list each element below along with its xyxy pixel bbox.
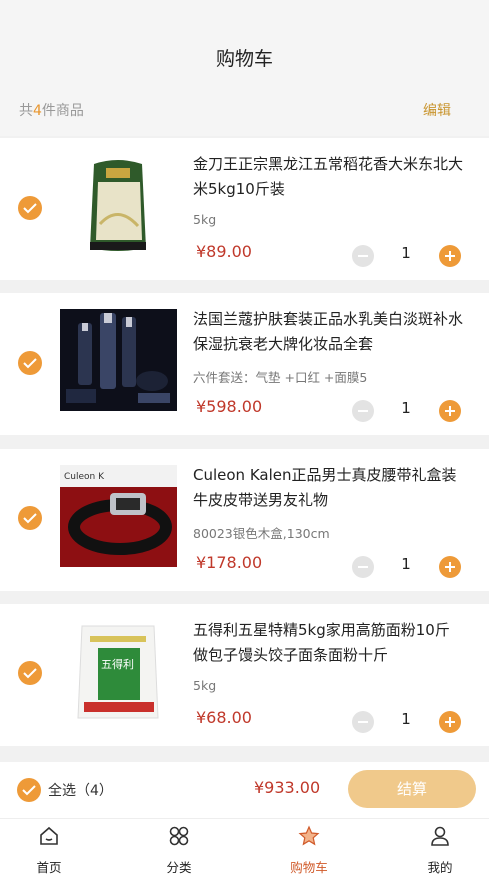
cart-star-icon <box>298 825 320 846</box>
decrease-qty-button[interactable] <box>352 556 374 578</box>
category-icon <box>169 826 189 846</box>
decrease-qty-button[interactable] <box>352 711 374 733</box>
item-check-icon[interactable] <box>18 351 42 375</box>
product-price: ¥68.00 <box>196 708 252 727</box>
increase-qty-button[interactable] <box>439 400 461 422</box>
product-spec: 5kg <box>193 678 217 693</box>
home-icon <box>40 826 58 845</box>
product-price: ¥89.00 <box>196 242 252 261</box>
quantity-value: 1 <box>401 244 411 262</box>
cart-item[interactable]: 法国兰蔻护肤套装正品水乳美白淡斑补水保湿抗衰老大牌化妆品全套 六件套送：气垫 +… <box>0 293 489 435</box>
item-check-icon[interactable] <box>18 506 42 530</box>
settle-button[interactable]: 结算 <box>348 770 476 808</box>
product-name[interactable]: 金刀王正宗黑龙江五常稻花香大米东北大米5kg10斤装 <box>193 152 463 202</box>
tab-label: 我的 <box>427 860 453 875</box>
edit-button[interactable]: 编辑 <box>423 100 451 120</box>
count-number: 4 <box>33 103 42 119</box>
quantity-value: 1 <box>401 399 411 417</box>
product-image[interactable] <box>60 309 177 411</box>
count-suffix: 件商品 <box>41 103 84 119</box>
increase-qty-button[interactable] <box>439 711 461 733</box>
cart-item[interactable]: Culeon K Culeon Kalen正品男士真皮腰带礼盒装牛皮皮带送男友礼… <box>0 449 489 591</box>
checkout-bar: 全选（4） ¥933.00 结算 <box>0 762 489 818</box>
product-image[interactable]: Culeon K <box>60 465 177 567</box>
cart-item[interactable]: 五得利 五得利五星特精5kg家用高筋面粉10斤做包子馒头饺子面条面粉十斤 5kg… <box>0 604 489 746</box>
item-check-icon[interactable] <box>18 661 42 685</box>
quantity-value: 1 <box>401 710 411 728</box>
decrease-qty-button[interactable] <box>352 245 374 267</box>
product-spec: 80023银色木盒,130cm <box>193 526 330 541</box>
brand-text: Culeon K <box>64 472 105 482</box>
product-image[interactable] <box>60 154 177 256</box>
brand-text: 五得利 <box>101 658 134 671</box>
item-check-icon[interactable] <box>18 196 42 220</box>
product-name[interactable]: 法国兰蔻护肤套装正品水乳美白淡斑补水保湿抗衰老大牌化妆品全套 <box>193 307 463 357</box>
tab-category[interactable]: 分类 <box>134 819 224 875</box>
bottom-tab-bar: 首页 分类 购物车 我的 <box>0 818 489 875</box>
page-title: 购物车 <box>215 48 273 70</box>
item-count: 共4件商品 <box>19 100 84 120</box>
product-price: ¥178.00 <box>196 553 263 572</box>
select-all-check-icon[interactable] <box>17 778 41 802</box>
product-spec: 5kg <box>193 212 217 227</box>
cart-summary-bar: 共4件商品 编辑 <box>0 96 489 136</box>
decrease-qty-button[interactable] <box>352 400 374 422</box>
select-all-label[interactable]: 全选（4） <box>48 780 113 800</box>
quantity-value: 1 <box>401 555 411 573</box>
product-name[interactable]: 五得利五星特精5kg家用高筋面粉10斤做包子馒头饺子面条面粉十斤 <box>193 618 463 668</box>
user-icon <box>431 826 449 846</box>
tab-label: 首页 <box>36 860 62 875</box>
cart-item[interactable]: 金刀王正宗黑龙江五常稻花香大米东北大米5kg10斤装 5kg ¥89.00 1 <box>0 138 489 280</box>
total-price: ¥933.00 <box>254 778 321 797</box>
tab-label: 购物车 <box>290 860 328 875</box>
product-spec: 六件套送：气垫 +口红 +面膜5 <box>193 370 368 385</box>
tab-mine[interactable]: 我的 <box>395 819 485 875</box>
product-name[interactable]: Culeon Kalen正品男士真皮腰带礼盒装牛皮皮带送男友礼物 <box>193 463 463 513</box>
product-image[interactable]: 五得利 <box>60 620 177 722</box>
increase-qty-button[interactable] <box>439 245 461 267</box>
count-prefix: 共 <box>19 103 33 119</box>
page-header: 购物车 <box>0 0 489 96</box>
tab-label: 分类 <box>166 860 192 875</box>
product-price: ¥598.00 <box>196 397 263 416</box>
increase-qty-button[interactable] <box>439 556 461 578</box>
tab-home[interactable]: 首页 <box>4 819 94 875</box>
tab-cart[interactable]: 购物车 <box>264 819 354 875</box>
